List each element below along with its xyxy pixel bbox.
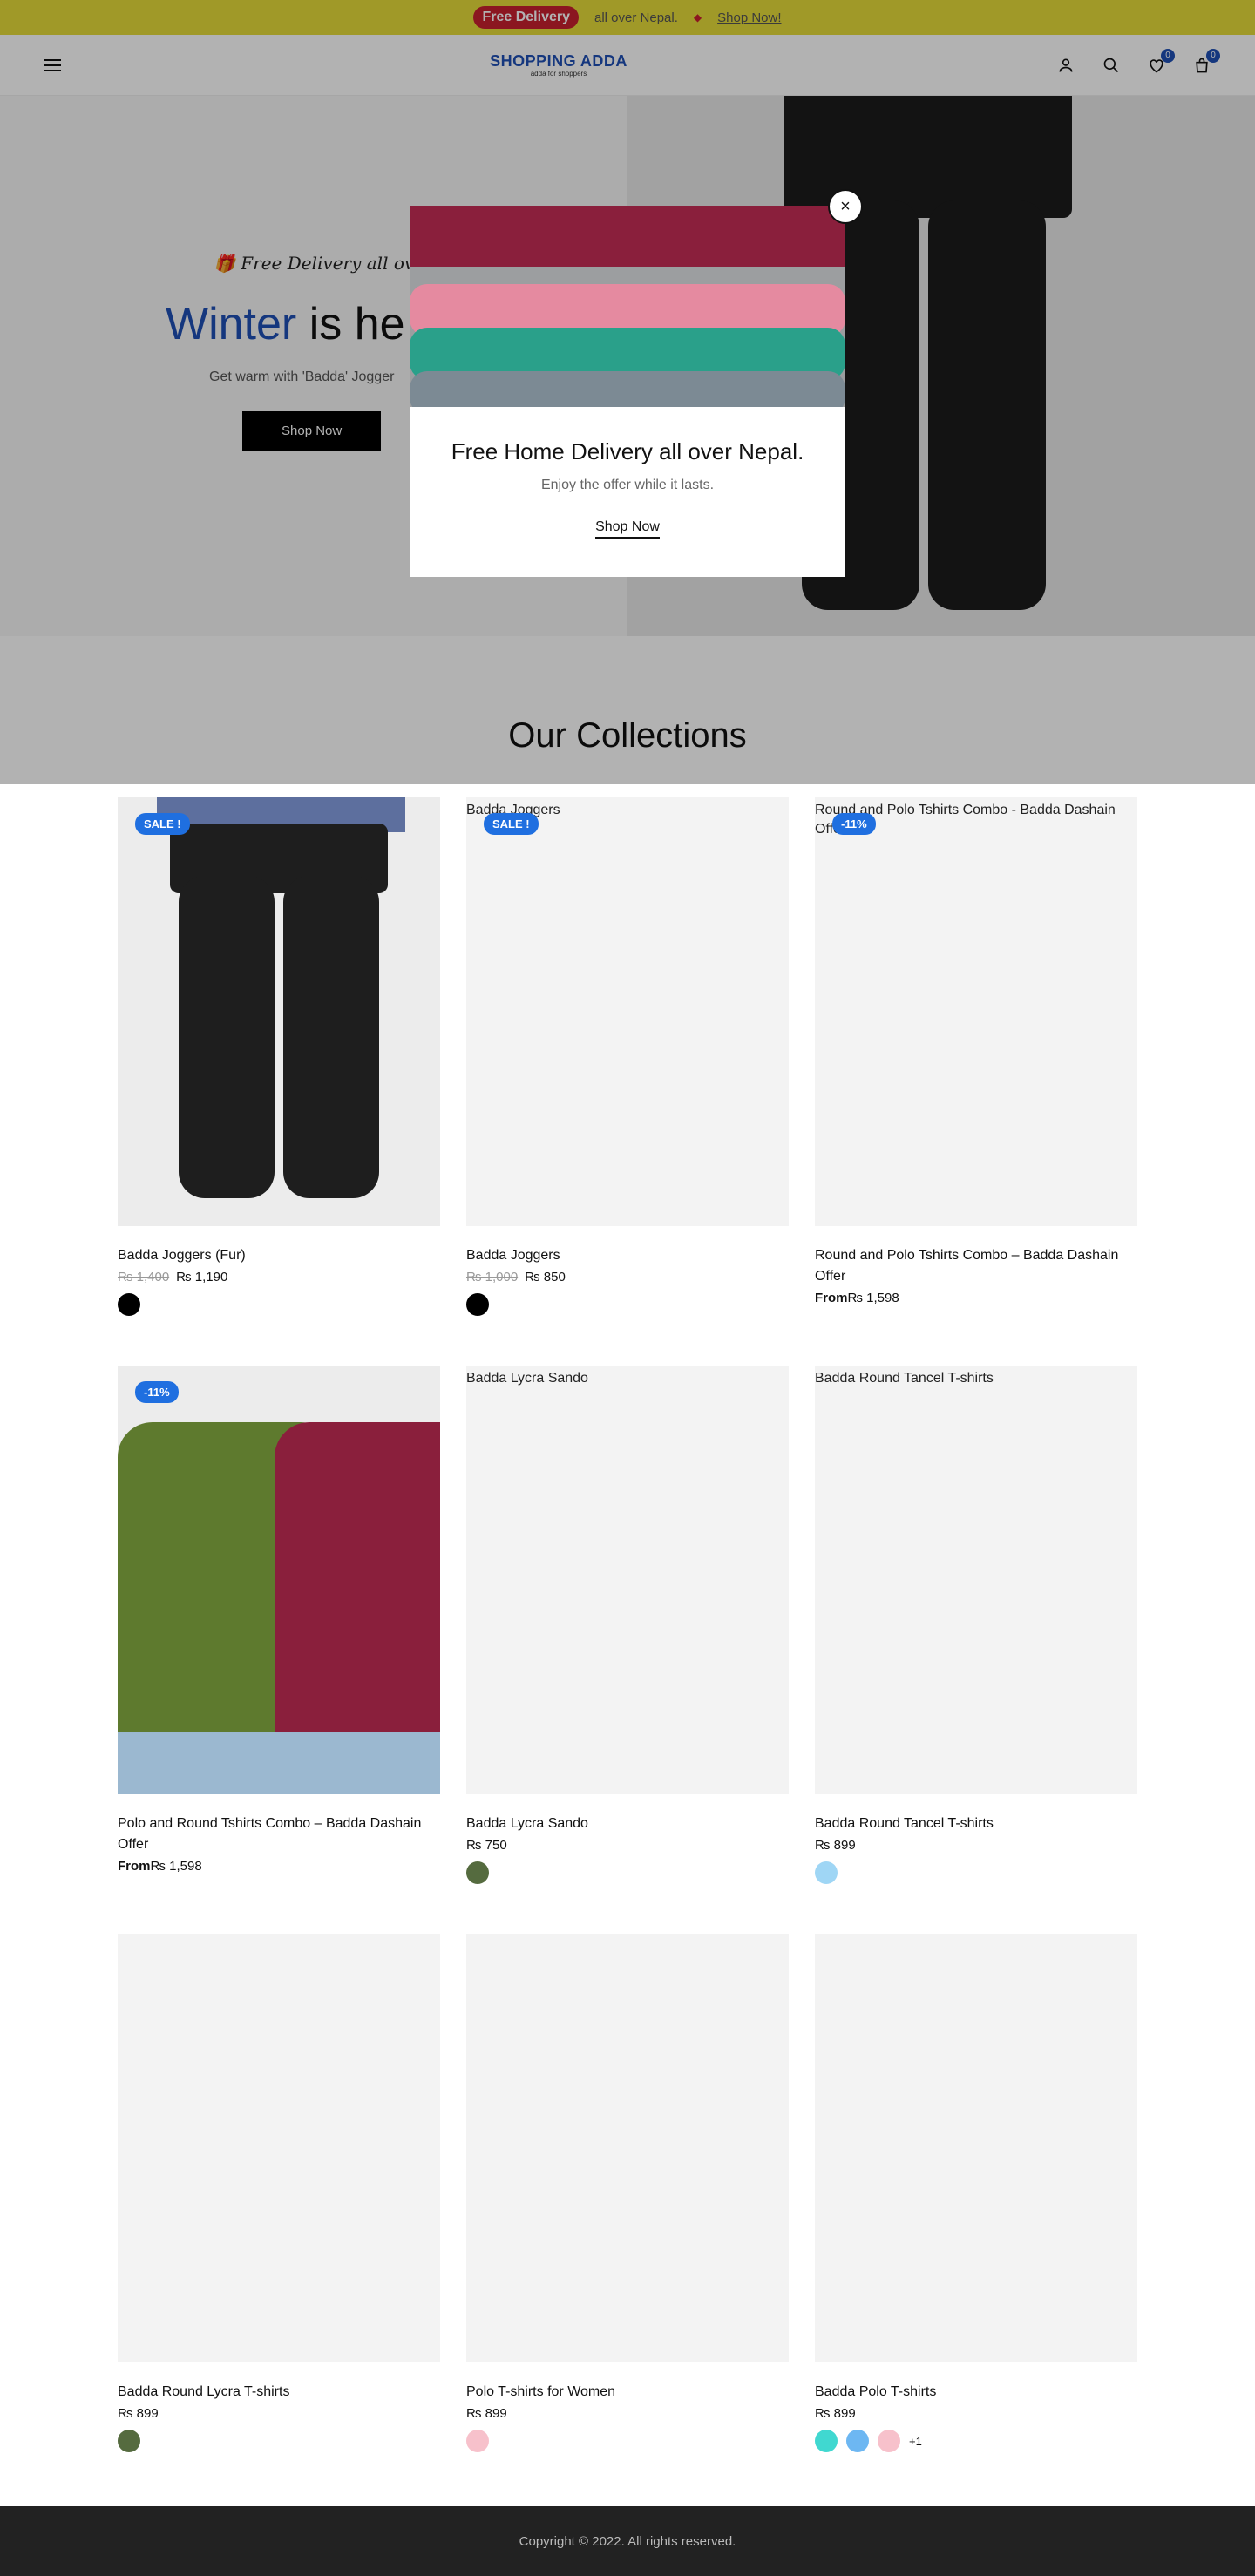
color-swatch[interactable]: [118, 2430, 140, 2452]
product-price: ₨ 899: [815, 2406, 856, 2421]
product-name[interactable]: Round and Polo Tshirts Combo – Badda Das…: [815, 1245, 1137, 1287]
broken-image-alt: Badda Lycra Sando: [466, 1371, 588, 1386]
product-price: ₨ 899: [118, 2406, 159, 2421]
product-price: ₨ 1,000 ₨ 850: [466, 1270, 566, 1285]
product-name[interactable]: Polo and Round Tshirts Combo – Badda Das…: [118, 1813, 440, 1855]
color-swatches: [118, 2430, 440, 2452]
color-swatches: +1: [815, 2430, 1137, 2452]
product-price: ₨ 899: [466, 2406, 507, 2421]
color-swatch[interactable]: [878, 2430, 900, 2452]
product-name[interactable]: Badda Round Lycra T-shirts: [118, 2382, 440, 2403]
product-card[interactable]: Polo T-shirts for Women ₨ 899: [466, 1934, 789, 2502]
product-card[interactable]: Badda Round Lycra T-shirts ₨ 899: [118, 1934, 440, 2502]
product-image[interactable]: SALE !: [118, 797, 440, 1226]
modal-title: Free Home Delivery all over Nepal.: [451, 438, 804, 464]
copyright-text: Copyright © 2022. All rights reserved.: [519, 2533, 736, 2549]
broken-image-alt: Badda Round Tancel T-shirts: [815, 1371, 994, 1386]
product-card[interactable]: Badda Joggers SALE ! Badda Joggers ₨ 1,0…: [466, 797, 789, 1366]
product-card[interactable]: SALE ! Badda Joggers (Fur) ₨ 1,400 ₨ 1,19…: [118, 797, 440, 1366]
color-swatches: [466, 1293, 789, 1316]
discount-badge: -11%: [135, 1381, 179, 1403]
product-name[interactable]: Badda Joggers (Fur): [118, 1245, 440, 1266]
product-card[interactable]: Round and Polo Tshirts Combo - Badda Das…: [815, 797, 1137, 1366]
promo-modal: Free Home Delivery all over Nepal. Enjoy…: [410, 206, 845, 577]
product-image[interactable]: -11%: [118, 1366, 440, 1794]
color-swatches: [815, 1861, 1137, 1884]
site-footer: Copyright © 2022. All rights reserved.: [0, 2506, 1255, 2576]
color-swatch[interactable]: [815, 1861, 838, 1884]
product-image[interactable]: [466, 1934, 789, 2362]
product-price: ₨ 750: [466, 1838, 507, 1853]
product-price: From₨ 1,598: [815, 1291, 899, 1305]
product-price: From₨ 1,598: [118, 1859, 202, 1874]
color-swatches: [118, 1293, 440, 1316]
more-colors-count[interactable]: +1: [909, 2435, 922, 2448]
product-name[interactable]: Badda Polo T-shirts: [815, 2382, 1137, 2403]
product-image[interactable]: Round and Polo Tshirts Combo - Badda Das…: [815, 797, 1137, 1226]
modal-shop-now-link[interactable]: Shop Now: [595, 519, 660, 539]
product-image[interactable]: [118, 1934, 440, 2362]
product-image[interactable]: [815, 1934, 1137, 2362]
product-image[interactable]: Badda Lycra Sando: [466, 1366, 789, 1794]
product-image[interactable]: Badda Round Tancel T-shirts: [815, 1366, 1137, 1794]
product-card[interactable]: Badda Round Tancel T-shirts Badda Round …: [815, 1366, 1137, 1934]
modal-description: Enjoy the offer while it lasts.: [540, 478, 715, 492]
color-swatches: [466, 2430, 789, 2452]
close-icon[interactable]: ×: [828, 189, 863, 224]
color-swatches: [466, 1861, 789, 1884]
color-swatch[interactable]: [846, 2430, 869, 2452]
color-swatch[interactable]: [815, 2430, 838, 2452]
product-name[interactable]: Badda Joggers: [466, 1245, 789, 1266]
color-swatch[interactable]: [118, 1293, 140, 1316]
color-swatch[interactable]: [466, 2430, 489, 2452]
product-card[interactable]: Badda Lycra Sando Badda Lycra Sando ₨ 75…: [466, 1366, 789, 1934]
product-image[interactable]: Badda Joggers SALE !: [466, 797, 789, 1226]
discount-badge: -11%: [832, 813, 876, 835]
product-card[interactable]: Badda Polo T-shirts ₨ 899 +1: [815, 1934, 1137, 2502]
sale-badge: SALE !: [135, 813, 190, 835]
sale-badge: SALE !: [484, 813, 539, 835]
product-name[interactable]: Badda Lycra Sando: [466, 1813, 789, 1834]
color-swatch[interactable]: [466, 1861, 489, 1884]
product-card[interactable]: -11% Polo and Round Tshirts Combo – Badd…: [118, 1366, 440, 1934]
product-price: ₨ 899: [815, 1838, 856, 1853]
color-swatch[interactable]: [466, 1293, 489, 1316]
product-name[interactable]: Polo T-shirts for Women: [466, 2382, 789, 2403]
modal-tshirts-image: [410, 206, 845, 407]
product-grid: SALE ! Badda Joggers (Fur) ₨ 1,400 ₨ 1,19…: [118, 797, 1255, 2502]
product-name[interactable]: Badda Round Tancel T-shirts: [815, 1813, 1137, 1834]
product-price: ₨ 1,400 ₨ 1,190: [118, 1270, 228, 1285]
